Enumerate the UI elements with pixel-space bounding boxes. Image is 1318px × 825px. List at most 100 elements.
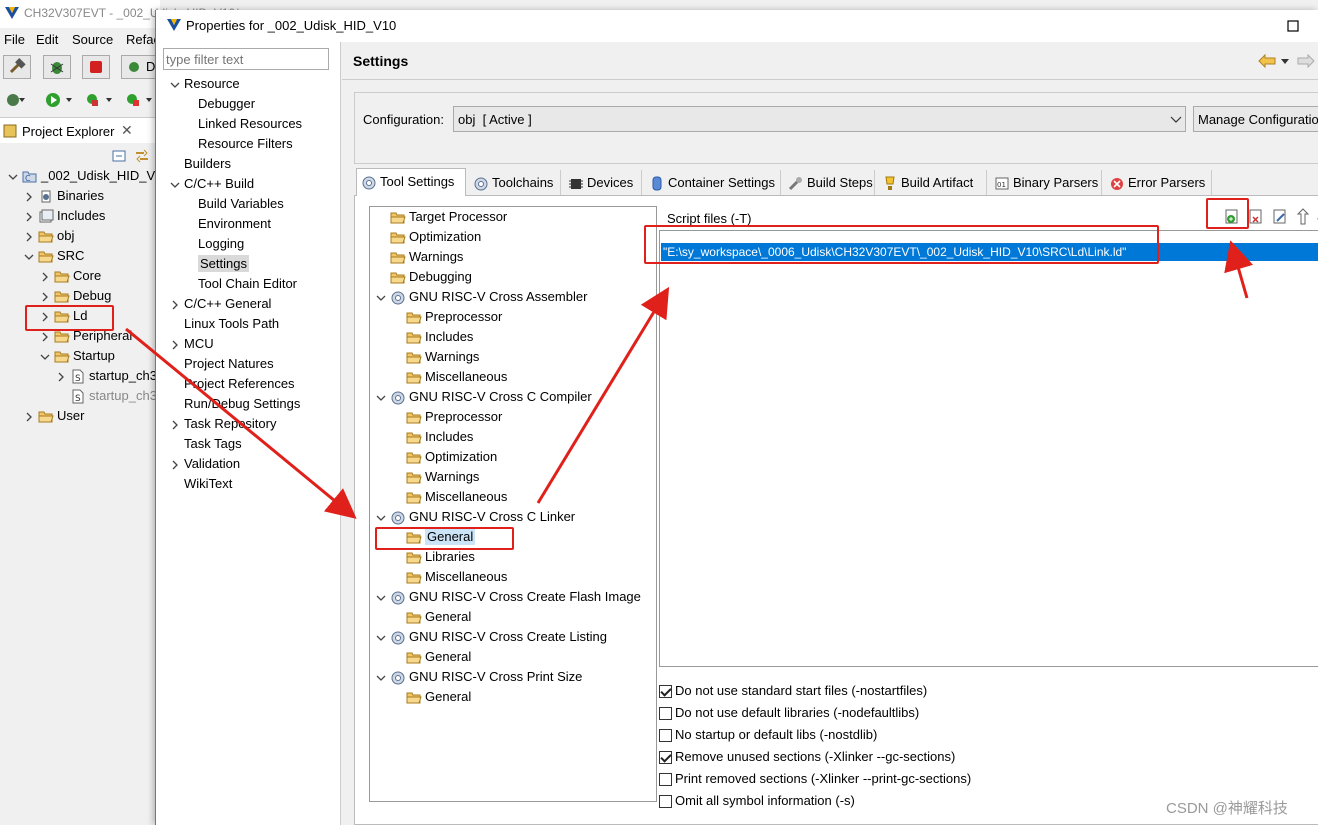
linker-option[interactable]: No startup or default libs (-nostdlib) bbox=[659, 725, 877, 745]
nav-item[interactable]: Logging bbox=[198, 234, 244, 254]
project-tree-item[interactable]: Includes bbox=[22, 206, 105, 226]
project-tree-item[interactable]: Binaries bbox=[22, 186, 104, 206]
tool-tree-item[interactable]: GNU RISC-V Cross C Linker bbox=[374, 507, 575, 527]
tab-toolchains[interactable]: Toolchains bbox=[469, 170, 561, 196]
tool-tree-item[interactable]: Includes bbox=[406, 427, 473, 447]
back-arrow-icon[interactable] bbox=[1258, 54, 1276, 68]
nav-item[interactable]: Environment bbox=[198, 214, 271, 234]
option-checkbox[interactable] bbox=[659, 773, 672, 787]
tool-tree-item[interactable]: GNU RISC-V Cross C Compiler bbox=[374, 387, 592, 407]
collapse-all-icon[interactable] bbox=[112, 148, 128, 164]
tool-tree-item[interactable]: GNU RISC-V Cross Create Listing bbox=[374, 627, 607, 647]
nav-item[interactable]: Build Variables bbox=[198, 194, 284, 214]
tab-container-settings[interactable]: Container Settings bbox=[645, 170, 781, 196]
tool-tree-item[interactable]: GNU RISC-V Cross Assembler bbox=[374, 287, 587, 307]
debug-config-icon[interactable] bbox=[4, 90, 26, 110]
tool-tree-item[interactable]: Miscellaneous bbox=[406, 367, 507, 387]
tool-tree-item[interactable]: Warnings bbox=[406, 347, 479, 367]
nav-item[interactable]: Resource Filters bbox=[198, 134, 293, 154]
nav-item[interactable]: MCU bbox=[168, 334, 214, 354]
option-checkbox[interactable] bbox=[659, 751, 672, 765]
option-checkbox[interactable] bbox=[659, 795, 672, 809]
project-tree-item[interactable]: Sstartup_ch32 bbox=[54, 386, 164, 406]
tab-build-artifact[interactable]: Build Artifact bbox=[878, 170, 987, 196]
tool-tree-item[interactable]: Libraries bbox=[406, 547, 475, 567]
tool-tree-item[interactable]: Warnings bbox=[406, 467, 479, 487]
tool-tree-item[interactable]: Preprocessor bbox=[406, 407, 502, 427]
nav-item[interactable]: C/C++ Build bbox=[168, 174, 254, 194]
project-tree-item[interactable]: Debug bbox=[38, 286, 111, 306]
tool-tree-item[interactable]: Target Processor bbox=[374, 207, 507, 227]
nav-item[interactable]: Settings bbox=[198, 254, 249, 274]
tool-tree-item[interactable]: Miscellaneous bbox=[406, 567, 507, 587]
nav-item[interactable]: Validation bbox=[168, 454, 240, 474]
maximize-button[interactable] bbox=[1283, 16, 1303, 36]
tool-tree-item[interactable]: GNU RISC-V Cross Print Size bbox=[374, 667, 582, 687]
option-checkbox[interactable] bbox=[659, 685, 672, 699]
tool-tree-item[interactable]: General bbox=[406, 687, 471, 707]
menu-source[interactable]: Source bbox=[72, 32, 113, 47]
link-with-editor-icon[interactable] bbox=[134, 148, 150, 164]
nav-item[interactable]: WikiText bbox=[168, 474, 232, 494]
manage-configurations-button[interactable]: Manage Configuratio bbox=[1193, 106, 1318, 132]
external-tools-icon[interactable] bbox=[84, 90, 114, 110]
tool-tree-item[interactable]: Miscellaneous bbox=[406, 487, 507, 507]
tab-build-steps[interactable]: Build Steps bbox=[784, 170, 875, 196]
tool-tree-item[interactable]: General bbox=[406, 647, 471, 667]
tool-tree-item[interactable]: GNU RISC-V Cross Create Flash Image bbox=[374, 587, 641, 607]
tab-devices[interactable]: Devices bbox=[564, 170, 642, 196]
nav-item[interactable]: Task Repository bbox=[168, 414, 276, 434]
move-up-icon[interactable] bbox=[1295, 208, 1313, 226]
nav-item[interactable]: Task Tags bbox=[168, 434, 242, 454]
tab-binary-parsers[interactable]: 01 Binary Parsers bbox=[990, 170, 1102, 196]
close-icon[interactable]: ✕ bbox=[121, 122, 133, 139]
configuration-select[interactable]: obj [ Active ] bbox=[453, 106, 1186, 132]
edit-icon[interactable] bbox=[1271, 208, 1289, 226]
nav-item[interactable]: Project References bbox=[168, 374, 295, 394]
option-checkbox[interactable] bbox=[659, 729, 672, 743]
tool-tree-item[interactable]: Debugging bbox=[374, 267, 472, 287]
nav-item[interactable]: Run/Debug Settings bbox=[168, 394, 300, 414]
debug-build-button[interactable] bbox=[43, 55, 71, 79]
menu-edit[interactable]: Edit bbox=[36, 32, 58, 47]
linker-option[interactable]: Print removed sections (-Xlinker --print… bbox=[659, 769, 971, 789]
project-tree-item[interactable]: Sstartup_ch32 bbox=[54, 366, 164, 386]
nav-item[interactable]: Project Natures bbox=[168, 354, 274, 374]
run-icon[interactable] bbox=[44, 90, 74, 110]
option-checkbox[interactable] bbox=[659, 707, 672, 721]
linker-option[interactable]: Omit all symbol information (-s) bbox=[659, 791, 855, 811]
nav-item[interactable]: Builders bbox=[168, 154, 231, 174]
nav-item[interactable]: C/C++ General bbox=[168, 294, 271, 314]
project-tree-item[interactable]: Core bbox=[38, 266, 101, 286]
tool-tree-item[interactable]: Optimization bbox=[406, 447, 497, 467]
linker-option[interactable]: Remove unused sections (-Xlinker --gc-se… bbox=[659, 747, 955, 767]
delete-icon[interactable] bbox=[1247, 208, 1265, 226]
tool-tree-item[interactable]: General bbox=[406, 607, 471, 627]
nav-item[interactable]: Debugger bbox=[198, 94, 255, 114]
history-dropdown-icon[interactable] bbox=[1280, 57, 1290, 67]
linker-option[interactable]: Do not use standard start files (-nostar… bbox=[659, 681, 927, 701]
menu-file[interactable]: File bbox=[4, 32, 25, 47]
nav-item[interactable]: Resource bbox=[168, 74, 240, 94]
stop-button[interactable] bbox=[82, 55, 110, 79]
project-tree-item[interactable]: Startup bbox=[38, 346, 115, 366]
project-tree-item[interactable]: obj bbox=[22, 226, 74, 246]
tool-tree-item[interactable]: Includes bbox=[406, 327, 473, 347]
project-tree-item[interactable]: User bbox=[22, 406, 84, 426]
nav-item[interactable]: Tool Chain Editor bbox=[198, 274, 297, 294]
tool-tree-item[interactable]: Optimization bbox=[374, 227, 481, 247]
project-tree-item[interactable]: C _002_Udisk_HID_V10 bbox=[6, 166, 170, 186]
tab-tool-settings[interactable]: Tool Settings bbox=[356, 168, 466, 196]
linker-option[interactable]: Do not use default libraries (-nodefault… bbox=[659, 703, 919, 723]
filter-input[interactable] bbox=[163, 48, 329, 70]
project-tree-item[interactable]: SRC bbox=[22, 246, 84, 266]
flash-tool-icon[interactable] bbox=[124, 90, 154, 110]
tool-tree-item[interactable]: Preprocessor bbox=[406, 307, 502, 327]
nav-item[interactable]: Linux Tools Path bbox=[168, 314, 279, 334]
forward-arrow-icon[interactable] bbox=[1297, 54, 1315, 68]
nav-item[interactable]: Linked Resources bbox=[198, 114, 302, 134]
tool-tree-item[interactable]: Warnings bbox=[374, 247, 463, 267]
tab-error-parsers[interactable]: Error Parsers bbox=[1105, 170, 1212, 196]
hammer-button[interactable] bbox=[3, 55, 31, 79]
script-files-list[interactable]: "E:\sy_workspace\_0006_Udisk\CH32V307EVT… bbox=[659, 230, 1318, 667]
